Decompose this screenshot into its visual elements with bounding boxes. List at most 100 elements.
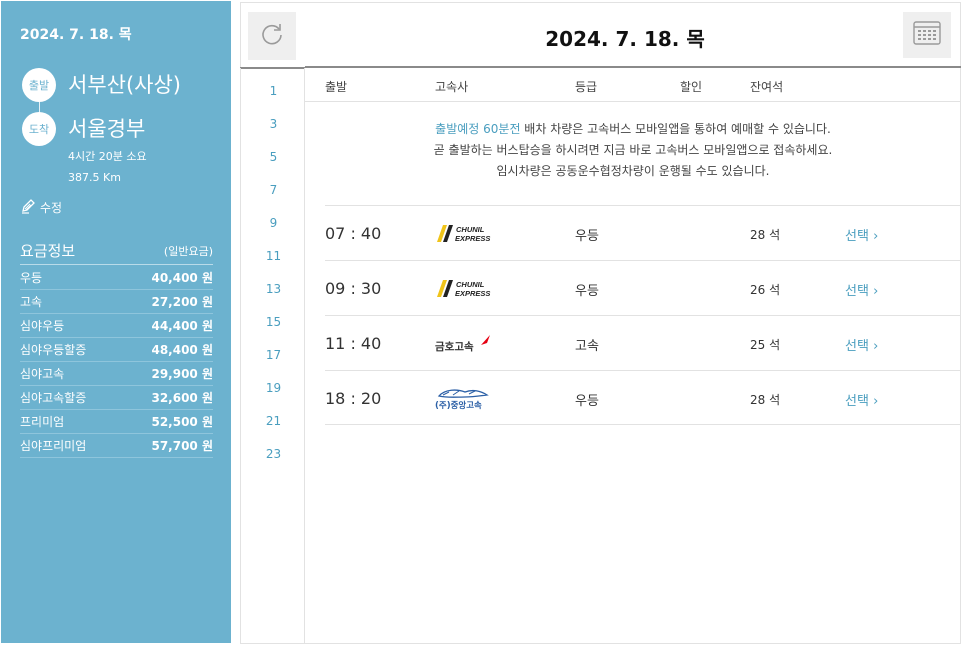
fare-row: 고속 27,200 원 xyxy=(20,290,213,314)
column-departure: 출발 xyxy=(325,80,348,94)
svg-text:금호고속: 금호고속 xyxy=(435,340,474,353)
column-discount: 할인 xyxy=(680,80,703,94)
schedule-row: 11 : 40 금호고속 고속 25 석 선택 › xyxy=(325,315,961,370)
fare-grade: 우등 xyxy=(20,271,43,285)
chevron-right-icon: › xyxy=(873,394,879,409)
departure-time: 09 : 30 xyxy=(325,279,382,298)
select-button[interactable]: 선택 › xyxy=(845,280,878,299)
hour-link[interactable]: 5 xyxy=(241,150,306,164)
select-button[interactable]: 선택 › xyxy=(845,225,878,244)
select-label: 선택 xyxy=(845,284,869,299)
hour-link[interactable]: 7 xyxy=(241,183,306,197)
select-label: 선택 xyxy=(845,229,869,244)
calendar-button[interactable] xyxy=(903,12,951,58)
remaining-seats: 26 석 xyxy=(750,283,781,297)
remaining-seats: 28 석 xyxy=(750,228,781,242)
hour-shortcut-column: 1 3 5 7 9 11 13 15 17 19 21 23 xyxy=(240,68,305,644)
select-label: 선택 xyxy=(845,394,869,409)
schedule-row: 07 : 40 CHUNIL EXPRESS 우등 28 석 선택 › xyxy=(325,205,961,260)
fare-amount: 44,400 원 xyxy=(151,319,213,333)
departure-time: 07 : 40 xyxy=(325,224,382,243)
column-seats: 잔여석 xyxy=(750,80,784,94)
remaining-seats: 25 석 xyxy=(750,338,781,352)
selected-date: 2024. 7. 18. 목 xyxy=(545,27,705,51)
bus-grade: 우등 xyxy=(575,394,599,409)
schedule-header: 2024. 7. 18. 목 xyxy=(305,2,961,68)
arrival-terminal: 서울경부 xyxy=(68,117,146,141)
notice-line-1: 출발예정 60분전 배차 차량은 고속버스 모바일앱을 통하여 예매할 수 있습… xyxy=(305,119,961,140)
hour-link[interactable]: 3 xyxy=(241,117,306,131)
svg-text:CHUNIL: CHUNIL xyxy=(456,280,485,289)
notice-line-2: 곧 출발하는 버스탑승을 하시려면 지금 바로 고속버스 모바일앱으로 접속하세… xyxy=(433,143,833,157)
hour-link[interactable]: 9 xyxy=(241,216,306,230)
hour-link[interactable]: 13 xyxy=(241,282,306,296)
jungang-logo: (주)중앙고속 xyxy=(435,387,515,411)
pencil-icon xyxy=(20,198,36,217)
fare-subtitle: (일반요금) xyxy=(163,244,213,258)
fare-row: 우등 40,400 원 xyxy=(20,266,213,290)
schedule-row: 18 : 20 (주)중앙고속 우등 28 석 선택 › xyxy=(325,370,961,425)
refresh-icon xyxy=(259,21,285,51)
fare-list: 우등 40,400 원 고속 27,200 원 심야우등 44,400 원 심야우등할… xyxy=(20,266,213,458)
select-button[interactable]: 선택 › xyxy=(845,335,878,354)
fare-grade: 심야우등할증 xyxy=(20,343,87,357)
route-info-panel: 2024. 7. 18. 목 출발 서부산(사상) 도착 서울경부 4시간 20… xyxy=(1,1,231,643)
hour-link[interactable]: 11 xyxy=(241,249,306,263)
booking-notice: 출발예정 60분전 배차 차량은 고속버스 모바일앱을 통하여 예매할 수 있습… xyxy=(305,119,961,182)
travel-distance: 387.5 Km xyxy=(68,171,121,184)
hour-link[interactable]: 21 xyxy=(241,414,306,428)
bus-grade: 우등 xyxy=(575,229,599,244)
schedule-row: 09 : 30 CHUNIL EXPRESS 우등 26 석 선택 › xyxy=(325,260,961,315)
notice-highlight: 출발예정 60분전 xyxy=(435,122,521,136)
kumho-logo: 금호고속 xyxy=(435,332,515,354)
fare-amount: 32,600 원 xyxy=(151,391,213,405)
fare-amount: 27,200 원 xyxy=(151,295,213,309)
fare-row: 심야프리미엄 57,700 원 xyxy=(20,434,213,458)
fare-amount: 57,700 원 xyxy=(151,439,213,453)
edit-route-button[interactable]: 수정 xyxy=(20,198,62,217)
chevron-right-icon: › xyxy=(873,229,879,244)
calendar-icon xyxy=(913,21,941,49)
departure-terminal: 서부산(사상) xyxy=(68,73,181,97)
fare-grade: 심야고속할증 xyxy=(20,391,87,405)
departure-time: 11 : 40 xyxy=(325,334,382,353)
bus-schedule-page: 2024. 7. 18. 목 출발 서부산(사상) 도착 서울경부 4시간 20… xyxy=(0,0,966,649)
chunil-logo: CHUNIL EXPRESS xyxy=(435,222,515,244)
edit-label: 수정 xyxy=(40,201,63,215)
column-grade: 등급 xyxy=(575,80,598,94)
svg-text:EXPRESS: EXPRESS xyxy=(455,234,490,243)
fare-header: 요금정보 (일반요금) xyxy=(20,237,213,265)
hour-link[interactable]: 1 xyxy=(241,84,306,98)
notice-line-1-rest: 배차 차량은 고속버스 모바일앱을 통하여 예매할 수 있습니다. xyxy=(520,122,831,136)
fare-amount: 29,900 원 xyxy=(151,367,213,381)
travel-duration: 4시간 20분 소요 xyxy=(68,150,147,163)
column-company: 고속사 xyxy=(435,80,469,94)
remaining-seats: 28 석 xyxy=(750,393,781,407)
fare-grade: 프리미엄 xyxy=(20,415,65,429)
hour-link[interactable]: 23 xyxy=(241,447,306,461)
hour-link[interactable]: 19 xyxy=(241,381,306,395)
fare-grade: 심야우등 xyxy=(20,319,65,333)
hour-link[interactable]: 17 xyxy=(241,348,306,362)
fare-amount: 48,400 원 xyxy=(151,343,213,357)
chevron-right-icon: › xyxy=(873,284,879,299)
hour-link[interactable]: 15 xyxy=(241,315,306,329)
fare-row: 심야우등 44,400 원 xyxy=(20,314,213,338)
departure-time: 18 : 20 xyxy=(325,389,382,408)
refresh-button[interactable] xyxy=(248,12,296,60)
svg-text:(주)중앙고속: (주)중앙고속 xyxy=(435,400,482,411)
notice-line-3: 임시차량은 공동운수협정차량이 운행될 수도 있습니다. xyxy=(496,164,770,178)
fare-grade: 고속 xyxy=(20,295,43,309)
bus-grade: 우등 xyxy=(575,284,599,299)
fare-grade: 심야고속 xyxy=(20,367,65,381)
select-label: 선택 xyxy=(845,339,869,354)
select-button[interactable]: 선택 › xyxy=(845,390,878,409)
fare-row: 심야고속할증 32,600 원 xyxy=(20,386,213,410)
column-header-divider xyxy=(305,101,961,102)
chunil-logo: CHUNIL EXPRESS xyxy=(435,277,515,299)
bus-grade: 고속 xyxy=(575,339,599,354)
fare-row: 심야고속 29,900 원 xyxy=(20,362,213,386)
chevron-right-icon: › xyxy=(873,339,879,354)
fare-amount: 40,400 원 xyxy=(151,271,213,285)
arrival-badge: 도착 xyxy=(22,112,56,146)
